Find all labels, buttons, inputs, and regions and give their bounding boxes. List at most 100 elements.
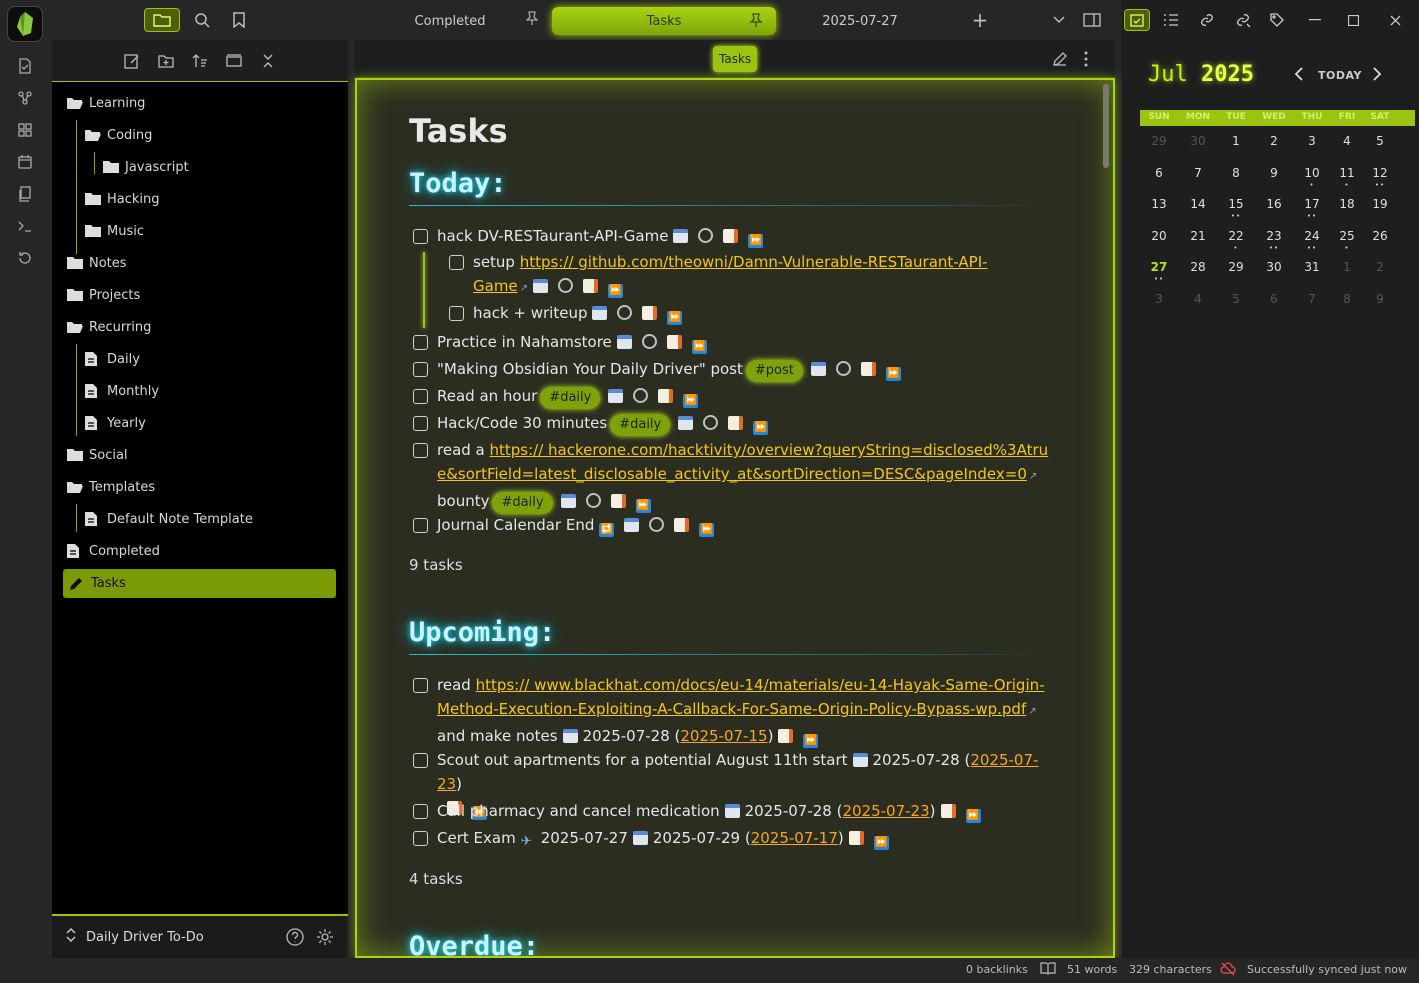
tags-icon[interactable] — [1266, 9, 1288, 31]
tab-list-chevron-icon[interactable] — [1047, 8, 1071, 32]
folder-coding[interactable]: Coding — [84, 123, 152, 147]
tab-tasks[interactable]: Tasks — [552, 7, 776, 35]
folder-social[interactable]: Social — [66, 443, 128, 467]
calendar-day[interactable]: 19 — [1361, 197, 1399, 211]
backlinks-count[interactable]: 0 backlinks — [966, 963, 1028, 976]
folder-templates[interactable]: Templates — [66, 475, 155, 499]
calendar-day[interactable]: 5 — [1217, 292, 1255, 306]
calendar-day[interactable]: 17 — [1293, 197, 1331, 211]
file-default-note-template[interactable]: Default Note Template — [84, 507, 253, 531]
search-icon[interactable] — [190, 8, 214, 32]
calendar-day[interactable]: 20 — [1140, 229, 1178, 243]
new-tab-button[interactable]: + — [968, 8, 992, 32]
calendar-day[interactable]: 9 — [1255, 166, 1293, 180]
task-checkbox[interactable] — [413, 804, 428, 819]
task-checkbox[interactable] — [413, 753, 428, 768]
calendar-day[interactable]: 16 — [1255, 197, 1293, 211]
daily-note-icon[interactable] — [15, 152, 35, 172]
calendar-day[interactable]: 14 — [1179, 197, 1217, 211]
folder-music[interactable]: Music — [84, 219, 144, 243]
calendar-view-icon[interactable] — [1124, 9, 1150, 31]
backlinks-icon[interactable] — [1196, 9, 1218, 31]
more-options-icon[interactable] — [1084, 51, 1088, 71]
folder-recurring[interactable]: Recurring — [66, 315, 151, 339]
external-link[interactable]: https:// github.com/theowni/Damn-Vulnera… — [473, 253, 988, 295]
calendar-day[interactable]: 12 — [1361, 166, 1399, 180]
file-tasks[interactable]: Tasks — [63, 569, 336, 598]
calendar-day[interactable]: 4 — [1179, 292, 1217, 306]
pin-icon[interactable] — [525, 11, 539, 28]
tag-pill[interactable]: #post — [745, 360, 803, 382]
date-link[interactable]: 2025-07-17 — [751, 829, 838, 847]
previous-month-icon[interactable] — [1294, 66, 1304, 85]
file-yearly[interactable]: Yearly — [84, 411, 146, 435]
file-monthly[interactable]: Monthly — [84, 379, 159, 403]
calendar-day[interactable]: 6 — [1140, 166, 1178, 180]
pin-icon[interactable] — [749, 13, 763, 31]
folder-learning[interactable]: Learning — [66, 91, 145, 115]
sort-icon[interactable] — [190, 51, 210, 71]
tab-completed[interactable]: Completed — [390, 7, 510, 35]
calendar-day[interactable]: 23 — [1255, 229, 1293, 243]
calendar-day[interactable]: 7 — [1293, 292, 1331, 306]
sync-history-icon[interactable] — [15, 248, 35, 268]
task-checkbox[interactable] — [413, 229, 428, 244]
vault-switcher[interactable]: Daily Driver To-Do — [52, 914, 348, 958]
terminal-icon[interactable] — [15, 216, 35, 236]
folder-notes[interactable]: Notes — [66, 251, 127, 275]
note-content[interactable]: Tasks Today: hack DV-RESTaurant-API-Game… — [355, 78, 1115, 958]
task-checkbox[interactable] — [413, 335, 428, 350]
calendar-day[interactable]: 21 — [1179, 229, 1217, 243]
folder-hacking[interactable]: Hacking — [84, 187, 160, 211]
task-checkbox[interactable] — [449, 255, 464, 270]
calendar-day[interactable]: 1 — [1217, 134, 1255, 148]
folder-projects[interactable]: Projects — [66, 283, 140, 307]
task-checkbox[interactable] — [413, 389, 428, 404]
date-link[interactable]: 2025-07-23 — [842, 802, 929, 820]
calendar-day[interactable]: 29 — [1140, 134, 1178, 148]
today-button[interactable]: TODAY — [1318, 69, 1362, 82]
task-checkbox[interactable] — [413, 416, 428, 431]
maximize-icon[interactable] — [1342, 9, 1364, 31]
next-month-icon[interactable] — [1372, 66, 1382, 85]
calendar-day[interactable]: 7 — [1179, 166, 1217, 180]
files-icon[interactable] — [144, 8, 180, 32]
minimize-icon[interactable] — [1304, 9, 1326, 31]
outgoing-links-icon[interactable] — [1232, 9, 1254, 31]
task-checkbox[interactable] — [413, 443, 428, 458]
task-checkbox[interactable] — [413, 362, 428, 377]
reading-book-icon[interactable] — [1040, 962, 1056, 978]
tag-pill[interactable]: #daily — [492, 492, 553, 514]
date-link[interactable]: 2025-07-15 — [680, 727, 767, 745]
calendar-day[interactable]: 28 — [1179, 260, 1217, 274]
calendar-day[interactable]: 6 — [1255, 292, 1293, 306]
calendar-day[interactable]: 15 — [1217, 197, 1255, 211]
folder-javascript[interactable]: Javascript — [102, 155, 189, 179]
settings-gear-icon[interactable] — [316, 928, 334, 950]
calendar-day[interactable]: 3 — [1140, 292, 1178, 306]
calendar-day[interactable]: 30 — [1255, 260, 1293, 274]
collapse-all-icon[interactable] — [258, 51, 278, 71]
new-note-icon[interactable] — [122, 51, 142, 71]
graph-view-icon[interactable] — [15, 88, 35, 108]
calendar-day[interactable]: 24 — [1293, 229, 1331, 243]
calendar-day[interactable]: 13 — [1140, 197, 1178, 211]
external-link[interactable]: https:// hackerone.com/hacktivity/overvi… — [437, 441, 1048, 483]
sync-status-icon[interactable] — [1220, 962, 1236, 979]
calendar-day[interactable]: 26 — [1361, 229, 1399, 243]
task-checkbox[interactable] — [413, 831, 428, 846]
file-completed[interactable]: Completed — [66, 539, 160, 563]
calendar-day[interactable]: 2 — [1361, 260, 1399, 274]
outline-icon[interactable] — [1160, 9, 1182, 31]
auto-reveal-icon[interactable] — [224, 51, 244, 71]
scrollbar-thumb[interactable] — [1103, 84, 1109, 168]
toggle-right-sidebar-icon[interactable] — [1080, 8, 1104, 32]
tag-pill[interactable]: #daily — [610, 414, 671, 436]
edit-pencil-icon[interactable] — [1052, 51, 1068, 71]
calendar-day[interactable]: 3 — [1293, 134, 1331, 148]
calendar-day[interactable]: 8 — [1217, 166, 1255, 180]
calendar-day[interactable]: 5 — [1361, 134, 1399, 148]
templates-icon[interactable] — [15, 184, 35, 204]
calendar-day[interactable]: 2 — [1255, 134, 1293, 148]
calendar-day[interactable]: 27 — [1140, 260, 1178, 274]
